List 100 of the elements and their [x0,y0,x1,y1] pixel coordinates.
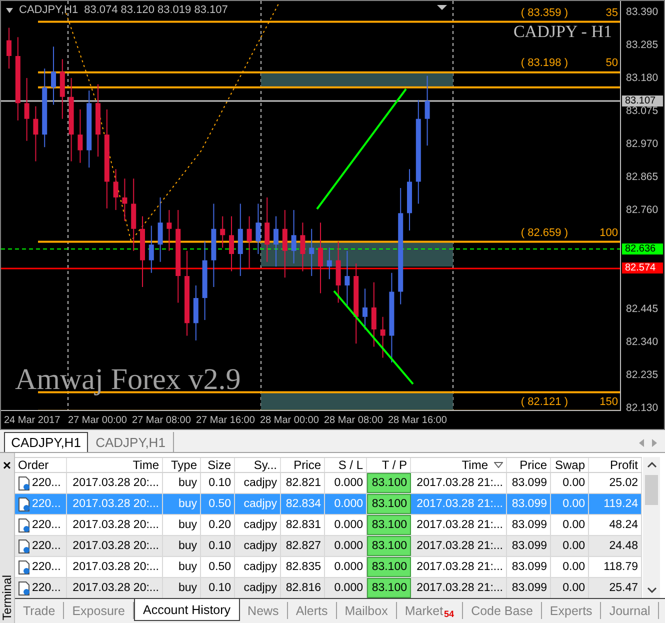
table-cell: 82.821 [281,473,325,493]
table-cell: 0.00 [551,473,589,493]
table-cell: cadjpy [235,473,281,493]
price-tick: 82.865 [626,171,658,183]
table-row[interactable]: 220... 2017.03.28 20:... buy 0.10 cadjpy 82.816 0.000 83.100 2017.03.28 21:... 83.099 0.00 25.47 [15,578,642,599]
table-cell: 0.50 [201,494,235,514]
chart-tab[interactable]: CADJPY,H1 [88,432,174,452]
candle [220,216,226,248]
table-cell: 82.827 [281,536,325,556]
scroll-thumb[interactable] [645,475,658,505]
price-tick: 82.130 [626,402,658,414]
document-icon [18,538,30,554]
column-header[interactable]: S / L [325,458,367,472]
time-tick: 24 Mar 2017 [4,414,62,426]
table-row[interactable]: 220... 2017.03.28 20:... buy 0.50 cadjpy 82.834 0.000 83.100 2017.03.28 21:... 83.099 0.00 119.24 [15,494,642,515]
level-price: ( 82.659 ) [520,226,568,239]
table-cell: buy [163,473,201,493]
level-number: 50 [606,57,618,70]
table-cell: buy [163,536,201,556]
column-header[interactable]: T / P [367,458,411,472]
table-cell: cadjpy [235,494,281,514]
candle [78,108,83,164]
candle [6,27,12,70]
table-cell: buy [163,515,201,535]
document-icon [18,496,30,512]
table-cell: 83.099 [507,536,551,556]
column-header[interactable]: Order [15,458,67,472]
table-cell: 0.00 [551,536,589,556]
table-cell: 0.20 [201,515,235,535]
price-tag: 83.107 [622,95,663,106]
table-row[interactable]: 220... 2017.03.28 20:... buy 0.10 cadjpy 82.821 0.000 83.100 2017.03.28 21:... 83.099 0.00 25.02 [15,473,642,494]
chart-quote: 83.074 83.120 83.019 83.107 [84,4,228,16]
table-cell: buy [163,557,201,577]
price-tick: 83.180 [626,72,658,84]
candle [113,168,118,210]
time-tick: 27 Mar 00:00 [68,414,128,426]
table-cell: 48.24 [589,515,642,535]
column-header[interactable]: Profit [589,458,642,472]
table-cell: 2017.03.28 20:... [67,557,163,577]
column-header[interactable]: Price [281,458,325,472]
close-button[interactable]: × [2,459,12,471]
table-cell: cadjpy [235,536,281,556]
table-row[interactable]: 220... 2017.03.28 20:... buy 0.20 cadjpy 82.831 0.000 83.100 2017.03.28 21:... 83.099 0.00 48.24 [15,515,642,536]
document-icon [18,580,30,596]
candle [229,216,234,272]
price-tag: 82.636 [622,243,663,254]
level-price: ( 83.359 ) [520,6,568,19]
column-header[interactable]: Time [411,458,507,472]
column-header[interactable]: Sy... [235,458,281,472]
price-tick: 82.340 [626,336,658,348]
table-cell: 220... [15,494,67,514]
candle [264,196,270,262]
table-cell: 83.100 [367,515,411,535]
time-tick: 28 Mar 08:00 [324,414,384,426]
candle [291,210,296,264]
candle [193,284,198,341]
dropdown-icon[interactable] [6,8,13,12]
terminal-title: Terminal [0,574,14,620]
candle [51,46,56,106]
column-header[interactable]: Type [163,458,201,472]
chart-tab[interactable]: CADJPY,H1 [4,432,88,452]
scrollbar[interactable] [643,457,660,598]
table-cell: 83.099 [507,473,551,493]
table-cell: 83.099 [507,494,551,514]
column-header[interactable]: Time [67,458,163,472]
candle [282,210,288,278]
table-row[interactable]: 220... 2017.03.28 20:... buy 0.50 cadjpy 82.835 0.000 83.100 2017.03.28 21:... 83.099 0.00 118.79 [15,557,642,578]
document-icon [18,518,30,532]
watermark-text: Amwaj Forex v2.9 [15,363,241,397]
candle [60,58,65,120]
table-cell: 0.10 [201,473,235,493]
chart-title: CADJPY - H1 [513,22,612,42]
table-cell: 82.831 [281,515,325,535]
candle [24,78,30,142]
candle [407,168,412,231]
table-cell: 25.02 [589,473,642,493]
table-cell: 2017.03.28 21:... [411,494,507,514]
table-cell: 83.099 [507,515,551,535]
price-tick: 82.760 [626,204,658,216]
candle [122,178,128,222]
time-tick: 27 Mar 16:00 [196,414,256,426]
column-header[interactable]: Size [201,458,235,472]
candle [246,216,252,269]
table-cell: 24.48 [589,536,642,556]
table-cell: 0.00 [551,515,589,535]
column-header[interactable]: Price [507,458,551,472]
table-cell: 2017.03.28 20:... [67,536,163,556]
column-header[interactable]: Swap [551,458,589,472]
candle [344,250,350,308]
price-tick: 83.075 [626,105,658,117]
table-cell: buy [163,494,201,514]
table-row[interactable]: 220... 2017.03.28 20:... buy 0.10 cadjpy 82.827 0.000 83.100 2017.03.28 21:... 83.099 0.00 24.48 [15,536,642,557]
price-tick: 83.285 [626,39,658,51]
candle [424,75,430,146]
shift-marker-icon [437,5,447,10]
terminal-tab[interactable]: Account History [134,599,240,621]
table-cell: 220... [15,473,67,493]
table-cell: 83.100 [367,557,411,577]
candle [274,216,278,268]
level-number: 150 [600,396,618,408]
